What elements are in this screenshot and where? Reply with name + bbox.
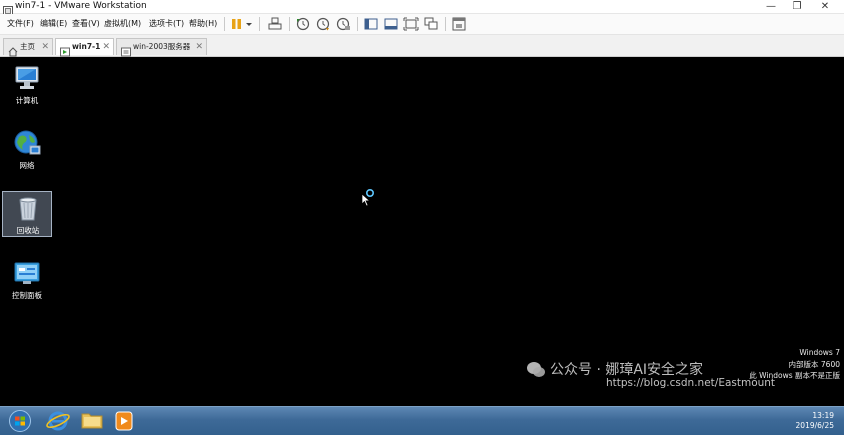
toolbar-separator: [357, 17, 358, 31]
full-screen-icon[interactable]: [403, 16, 419, 32]
tab-win-2003-label: win-2003服务器: [133, 42, 191, 51]
thumbnail-view-icon[interactable]: [383, 16, 399, 32]
vm-screen[interactable]: 计算机 网络 回收站 控制面板 Windows 7 内部版本 7600 此 Wi…: [0, 57, 844, 435]
desktop-icon-network[interactable]: 网络: [2, 127, 52, 173]
menu-vm[interactable]: 虚拟机(M): [104, 17, 141, 31]
chevron-down-icon[interactable]: [244, 16, 254, 32]
busy-cursor-icon: [360, 188, 380, 208]
window-title: win7-1 - VMware Workstation: [15, 1, 147, 11]
close-button[interactable]: ✕: [812, 0, 838, 13]
media-player-icon[interactable]: [110, 409, 138, 433]
desktop-icon-label: 回收站: [16, 226, 40, 235]
desktop-icon-label: 控制面板: [12, 291, 42, 300]
title-bar: win7-1 - VMware Workstation — ❐ ✕: [0, 0, 844, 16]
menu-view[interactable]: 查看(V): [72, 17, 100, 31]
tab-win-2003[interactable]: win-2003服务器 ✕: [116, 38, 207, 57]
tab-win7-1-label: win7-1: [72, 42, 101, 51]
windows-watermark: Windows 7 内部版本 7600 此 Windows 副本不是正版 公众号…: [510, 348, 840, 408]
toolbar-separator: [224, 17, 225, 31]
snapshot-icon[interactable]: [295, 16, 311, 32]
vm-icon: [121, 42, 131, 57]
tab-win-2003-close-icon[interactable]: ✕: [195, 39, 203, 55]
tab-home[interactable]: 主页 ✕: [3, 38, 53, 57]
wechat-logo-icon: [526, 360, 546, 380]
send-ctrl-alt-del-icon[interactable]: [267, 16, 283, 32]
console-view-icon[interactable]: [451, 16, 467, 32]
clock-date: 2019/6/25: [795, 421, 834, 430]
vmware-window: win7-1 - VMware Workstation — ❐ ✕ 文件(F) …: [0, 0, 844, 435]
menu-tabs[interactable]: 选项卡(T): [149, 17, 184, 31]
pause-icon[interactable]: [229, 16, 245, 32]
start-orb-icon[interactable]: [6, 409, 34, 433]
tab-home-close-icon[interactable]: ✕: [41, 39, 49, 55]
vm-running-icon: [60, 42, 70, 57]
menu-edit[interactable]: 编辑(E): [40, 17, 67, 31]
internet-explorer-icon[interactable]: [44, 409, 72, 433]
toolbar-separator: [289, 17, 290, 31]
menu-file[interactable]: 文件(F): [7, 17, 34, 31]
desktop-icon-label: 网络: [19, 161, 35, 170]
windows-version-text: Windows 7: [799, 348, 840, 357]
taskbar-clock[interactable]: 13:19 2019/6/25: [774, 411, 834, 431]
desktop-icon-computer[interactable]: 计算机: [2, 62, 52, 108]
blog-url-overlay-text: https://blog.csdn.net/Eastmount: [606, 377, 776, 389]
windows-build-text: 内部版本 7600: [788, 360, 840, 369]
computer-icon: [13, 64, 41, 92]
tab-win7-1-close-icon[interactable]: ✕: [102, 39, 110, 55]
desktop-icon-control-panel[interactable]: 控制面板: [2, 257, 52, 303]
taskbar: 13:19 2019/6/25: [0, 406, 844, 435]
desktop-icon-label: 计算机: [15, 96, 39, 105]
control-panel-icon: [13, 259, 41, 287]
tab-bar: 主页 ✕ win7-1 ✕ win-2003服务器 ✕: [0, 35, 844, 57]
menu-bar: 文件(F) 编辑(E) 查看(V) 虚拟机(M) 选项卡(T) 帮助(H): [0, 14, 844, 35]
tab-home-label: 主页: [20, 42, 35, 51]
tab-win7-1[interactable]: win7-1 ✕: [55, 38, 114, 57]
toolbar-separator: [259, 17, 260, 31]
recycle-bin-icon: [14, 194, 42, 222]
revert-snapshot-icon[interactable]: [315, 16, 331, 32]
clock-time: 13:19: [812, 411, 834, 420]
menu-help[interactable]: 帮助(H): [189, 17, 217, 31]
minimize-button[interactable]: —: [758, 0, 784, 13]
library-view-icon[interactable]: [363, 16, 379, 32]
vmware-app-icon: [3, 1, 13, 16]
unity-view-icon[interactable]: [423, 16, 439, 32]
toolbar-separator: [445, 17, 446, 31]
maximize-button[interactable]: ❐: [784, 0, 810, 13]
network-globe-icon: [13, 129, 41, 157]
home-icon: [8, 42, 18, 57]
snapshot-manager-icon[interactable]: [335, 16, 351, 32]
folder-icon[interactable]: [78, 409, 106, 433]
desktop-icon-recycle-bin[interactable]: 回收站: [2, 191, 52, 237]
